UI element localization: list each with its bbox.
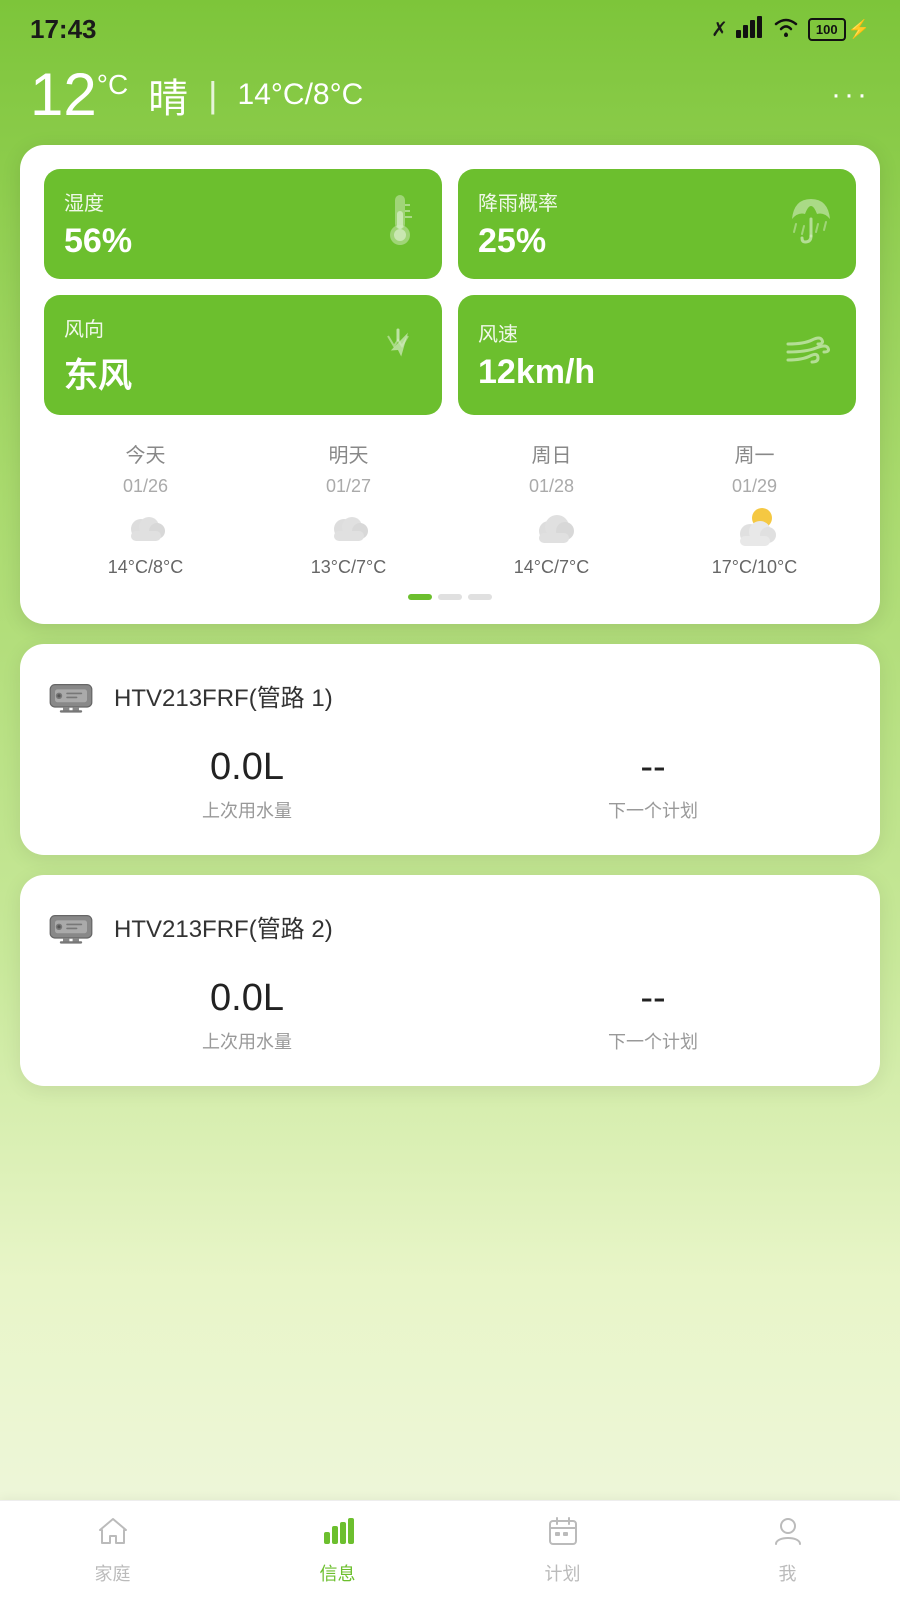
water-usage-value-1: 0.0L: [202, 746, 292, 789]
more-button[interactable]: ···: [831, 78, 870, 112]
wind-icon: [784, 330, 836, 381]
page-dot-1: [408, 594, 432, 600]
nav-home-label: 家庭: [95, 1560, 131, 1586]
bottom-nav: 家庭 信息 计划: [0, 1500, 900, 1600]
forecast-item-0: 今天 01/26 14°C/8°C: [44, 439, 247, 578]
next-plan-label-2: 下一个计划: [608, 1028, 698, 1054]
forecast-date-1: 01/27: [326, 476, 371, 497]
page-dot-2: [438, 594, 462, 600]
device-header-1: HTV213FRF(管路 1): [44, 668, 856, 722]
water-usage-label-1: 上次用水量: [202, 797, 292, 823]
device-icon-1: [44, 668, 98, 722]
device-card-2: HTV213FRF(管路 2) 0.0L 上次用水量 -- 下一个计划: [20, 875, 880, 1086]
thermometer-icon: [378, 191, 422, 258]
home-icon: [97, 1516, 129, 1554]
battery-icon: 100 ⚡: [808, 18, 870, 41]
water-usage-label-2: 上次用水量: [202, 1028, 292, 1054]
weather-divider: |: [208, 74, 217, 116]
umbrella-icon: [786, 194, 836, 255]
next-plan-value-2: --: [608, 977, 698, 1020]
wind-speed-value: 12km/h: [478, 353, 595, 392]
forecast-icon-1: [326, 505, 372, 549]
bluetooth-icon: ✗: [711, 17, 728, 42]
page-dot-3: [468, 594, 492, 600]
rain-value: 25%: [478, 222, 558, 261]
nav-profile-label: 我: [779, 1560, 797, 1586]
forecast-icon-0: [123, 505, 169, 549]
forecast-item-2: 周日 01/28 14°C/7°C: [450, 439, 653, 578]
forecast-item-1: 明天 01/27 13°C/7°C: [247, 439, 450, 578]
forecast-temp-0: 14°C/8°C: [108, 557, 183, 578]
forecast-icon-3: [732, 505, 778, 549]
forecast-day-0: 今天: [126, 439, 166, 468]
page-indicator: [44, 594, 856, 600]
device-card-1: HTV213FRF(管路 1) 0.0L 上次用水量 -- 下一个计划: [20, 644, 880, 855]
forecast-item-3: 周一 01/29 17°C/10°C: [653, 439, 856, 578]
weather-stats-grid: 湿度 56% 降雨概率 25%: [44, 169, 856, 415]
wind-speed-card: 风速 12km/h: [458, 295, 856, 415]
nav-info-label: 信息: [320, 1560, 356, 1586]
device-water-usage-2: 0.0L 上次用水量: [202, 977, 292, 1054]
signal-icon: [736, 16, 764, 44]
weather-condition: 晴: [148, 66, 188, 124]
forecast-day-1: 明天: [329, 439, 369, 468]
wifi-icon: [772, 16, 800, 44]
rain-card: 降雨概率 25%: [458, 169, 856, 279]
status-icons: ✗ 100 ⚡: [711, 16, 870, 44]
forecast-day-2: 周日: [532, 439, 572, 468]
humidity-label: 湿度: [64, 187, 132, 216]
rain-label: 降雨概率: [478, 187, 558, 216]
next-plan-value-1: --: [608, 746, 698, 789]
weather-card: 湿度 56% 降雨概率 25%: [20, 145, 880, 624]
forecast-icon-2: [529, 505, 575, 549]
nav-schedule[interactable]: 计划: [450, 1516, 675, 1586]
next-plan-label-1: 下一个计划: [608, 797, 698, 823]
forecast-temp-3: 17°C/10°C: [712, 557, 797, 578]
humidity-value: 56%: [64, 222, 132, 261]
status-time: 17:43: [30, 14, 97, 45]
forecast-date-0: 01/26: [123, 476, 168, 497]
forecast-temp-1: 13°C/7°C: [311, 557, 386, 578]
humidity-card: 湿度 56%: [44, 169, 442, 279]
wind-dir-label: 风向: [64, 313, 132, 342]
device-next-plan-1: -- 下一个计划: [608, 746, 698, 823]
device-stats-2: 0.0L 上次用水量 -- 下一个计划: [44, 977, 856, 1062]
device-stats-1: 0.0L 上次用水量 -- 下一个计划: [44, 746, 856, 831]
weather-header: 12°C 晴 | 14°C/8°C ···: [0, 55, 900, 145]
device-water-usage-1: 0.0L 上次用水量: [202, 746, 292, 823]
forecast-date-2: 01/28: [529, 476, 574, 497]
wind-speed-label: 风速: [478, 318, 595, 347]
forecast-date-3: 01/29: [732, 476, 777, 497]
status-bar: 17:43 ✗ 100 ⚡: [0, 0, 900, 55]
device-name-2: HTV213FRF(管路 2): [114, 909, 333, 944]
forecast-temp-2: 14°C/7°C: [514, 557, 589, 578]
wind-dir-value: 东风: [64, 348, 132, 397]
device-icon-2: [44, 899, 98, 953]
calendar-icon: [548, 1516, 578, 1554]
bar-chart-icon: [321, 1516, 355, 1554]
device-header-2: HTV213FRF(管路 2): [44, 899, 856, 953]
current-temperature: 12°C: [30, 65, 128, 125]
compass-icon: [374, 326, 422, 385]
device-next-plan-2: -- 下一个计划: [608, 977, 698, 1054]
temp-range: 14°C/8°C: [238, 78, 364, 112]
user-icon: [774, 1516, 802, 1554]
device-name-1: HTV213FRF(管路 1): [114, 678, 333, 713]
forecast-day-3: 周一: [735, 439, 775, 468]
water-usage-value-2: 0.0L: [202, 977, 292, 1020]
nav-info[interactable]: 信息: [225, 1516, 450, 1586]
forecast-row: 今天 01/26 14°C/8°C 明天 01/27: [44, 439, 856, 578]
nav-profile[interactable]: 我: [675, 1516, 900, 1586]
wind-direction-card: 风向 东风: [44, 295, 442, 415]
nav-schedule-label: 计划: [545, 1560, 581, 1586]
nav-home[interactable]: 家庭: [0, 1516, 225, 1586]
